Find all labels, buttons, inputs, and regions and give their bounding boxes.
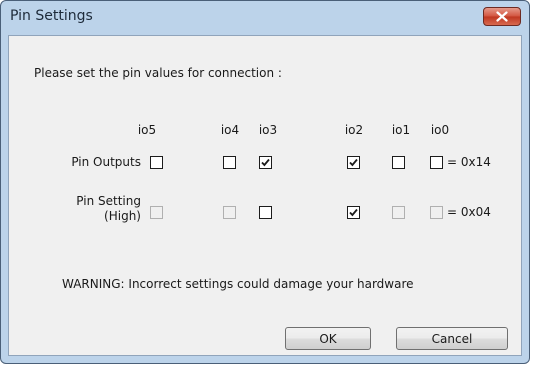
check-icon — [261, 158, 270, 167]
pin-outputs-value: = 0x14 — [447, 155, 491, 169]
dialog-body: Please set the pin values for connection… — [8, 35, 522, 356]
cancel-button[interactable]: Cancel — [396, 327, 508, 350]
close-button[interactable] — [483, 7, 521, 26]
pin-setting-value: = 0x04 — [447, 205, 491, 219]
check-icon — [349, 208, 358, 217]
warning-text: WARNING: Incorrect settings could damage… — [62, 277, 414, 291]
pin-setting-io1-checkbox[interactable] — [392, 206, 405, 219]
pin-setting-io5-checkbox[interactable] — [150, 206, 163, 219]
title-bar[interactable]: Pin Settings — [1, 1, 529, 35]
pin-setting-io2-checkbox[interactable] — [347, 206, 360, 219]
pin-outputs-io3-checkbox[interactable] — [259, 156, 272, 169]
pin-setting-io3-checkbox[interactable] — [259, 206, 272, 219]
pin-outputs-io1-checkbox[interactable] — [392, 156, 405, 169]
pin-outputs-io5-checkbox[interactable] — [150, 156, 163, 169]
pin-setting-label-line2: (High) — [104, 209, 141, 223]
pin-setting-label: Pin Setting (High) — [49, 194, 141, 224]
header-io4: io4 — [220, 123, 240, 137]
ok-button[interactable]: OK — [285, 327, 371, 350]
header-io5: io5 — [137, 123, 157, 137]
pin-outputs-io4-checkbox[interactable] — [223, 156, 236, 169]
pin-setting-label-line1: Pin Setting — [76, 194, 141, 208]
pin-setting-io4-checkbox[interactable] — [223, 206, 236, 219]
dialog-window: Pin Settings Please set the pin values f… — [0, 0, 530, 364]
header-io3: io3 — [258, 123, 278, 137]
pin-outputs-label: Pin Outputs — [71, 155, 141, 169]
instruction-text: Please set the pin values for connection… — [34, 66, 282, 80]
header-io0: io0 — [430, 123, 450, 137]
check-icon — [349, 158, 358, 167]
pin-outputs-io2-checkbox[interactable] — [347, 156, 360, 169]
close-icon — [496, 11, 508, 22]
window-title: Pin Settings — [10, 8, 93, 24]
pin-setting-io0-checkbox[interactable] — [430, 206, 443, 219]
header-io2: io2 — [344, 123, 364, 137]
pin-outputs-io0-checkbox[interactable] — [430, 156, 443, 169]
header-io1: io1 — [391, 123, 411, 137]
